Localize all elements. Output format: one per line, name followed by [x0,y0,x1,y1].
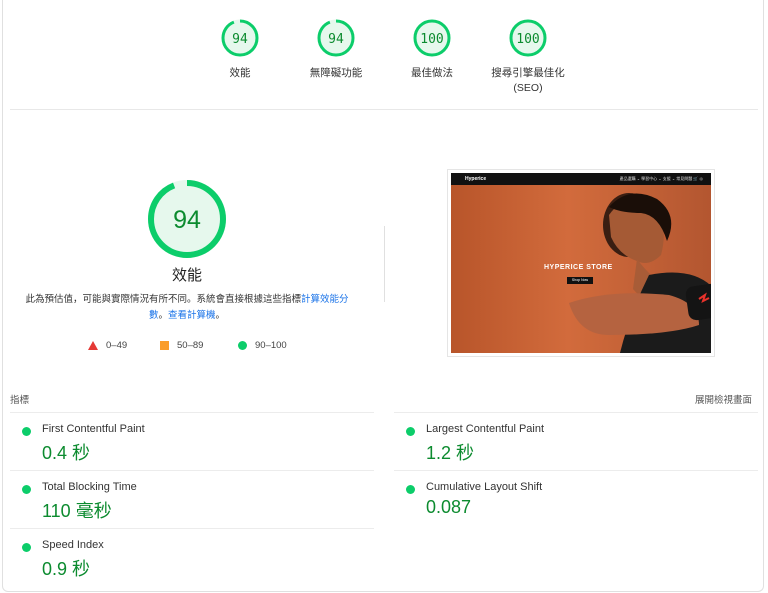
circle-icon [238,341,247,350]
metric-value: 0.087 [426,497,472,517]
screenshot-logo: Hyperice [465,176,487,182]
legend-fail-label: 0–49 [106,340,128,351]
metric-divider [10,412,374,413]
gauge-ring: 100 [413,19,451,57]
legend-average-label: 50–89 [177,340,204,351]
gauge-score: 94 [232,32,248,47]
description-text: 此為預估值，可能與實際情況有所不同。系統會直接根據這些指標 [25,294,301,305]
legend-pass-label: 90–100 [255,340,287,351]
pass-dot-icon [22,485,31,494]
metric-divider [10,528,374,529]
description-punct: 。 [158,310,168,321]
gauge-score: 100 [420,32,443,47]
legend-pass: 90–100 [238,340,287,351]
gauge-accessibility[interactable]: 94 無障礙功能 [286,18,386,81]
performance-score: 94 [173,206,201,234]
gauge-label: 效能 [229,67,251,79]
pass-dot-icon [22,427,31,436]
expand-view-toggle[interactable]: 展開檢視畫面 [695,392,752,406]
metric-divider [394,470,758,471]
square-icon [160,341,169,350]
metric-divider [394,412,758,413]
gauge-score: 94 [328,32,344,47]
metric-name: Largest Contentful Paint [426,423,545,435]
gauge-ring-large: 94 [148,180,226,258]
final-screenshot[interactable]: Hyperice 產品選購 ⌄ 學習中心 ⌄ 支援 ⌄ 常見問題 🛒 ◎ HYP… [447,169,715,357]
screenshot-nav-links: 產品選購 ⌄ 學習中心 ⌄ 支援 ⌄ 常見問題 🛒 ◎ [619,176,703,181]
screenshot-hero-title: HYPERICE STORE [544,264,613,271]
gauge-ring: 94 [317,19,355,57]
gauge-performance[interactable]: 94 效能 [190,18,290,81]
screenshot-hero-button: Shop Now [567,277,593,284]
calculator-link[interactable]: 查看計算機 [168,310,216,321]
triangle-icon [88,341,98,350]
legend-fail: 0–49 [88,340,127,351]
vertical-divider [384,226,385,302]
divider [10,109,758,110]
metric-value: 0.9 秒 [42,559,91,579]
gauge-best-practices[interactable]: 100 最佳做法 [382,18,482,81]
performance-title: 效能 [171,267,202,284]
metric-value: 0.4 秒 [42,443,91,463]
screenshot-nav: Hyperice 產品選購 ⌄ 學習中心 ⌄ 支援 ⌄ 常見問題 🛒 ◎ [451,173,711,185]
pass-dot-icon [22,543,31,552]
metric-name: Total Blocking Time [42,481,137,493]
gauge-seo[interactable]: 100 搜尋引擎最佳化 (SEO) [478,18,578,96]
pass-dot-icon [406,485,415,494]
gauge-label: 最佳做法 [411,67,453,79]
description-punct: 。 [215,310,226,321]
metric-name: Cumulative Layout Shift [426,481,543,493]
gauge-label-line1: 搜尋引擎最佳化 [491,67,565,79]
gauge-ring: 94 [221,19,259,57]
metric-name: First Contentful Paint [42,423,145,435]
metric-value: 1.2 秒 [426,443,475,463]
performance-description: 此為預估值，可能與實際情況有所不同。系統會直接根據這些指標計算效能分數。查看計算… [20,292,354,324]
metric-name: Speed Index [42,539,104,551]
gauge-score: 100 [516,32,539,47]
metric-value: 110 毫秒 [42,501,112,521]
gauge-ring: 100 [509,19,547,57]
legend-average: 50–89 [160,340,203,351]
metrics-header: 指標 [10,395,30,406]
pass-dot-icon [406,427,415,436]
gauge-label: 無障礙功能 [309,67,363,79]
gauge-label: 搜尋引擎最佳化 (SEO) [478,66,578,96]
screenshot-image: Hyperice 產品選購 ⌄ 學習中心 ⌄ 支援 ⌄ 常見問題 🛒 ◎ HYP… [451,173,711,353]
performance-gauge-large: 94 [146,178,228,265]
category-gauges: 94 效能 94 無障礙功能 100 最佳做法 100 搜尋引擎最佳化 (SEO… [0,18,768,110]
gauge-label-line2: (SEO) [513,82,543,94]
metric-divider [10,470,374,471]
